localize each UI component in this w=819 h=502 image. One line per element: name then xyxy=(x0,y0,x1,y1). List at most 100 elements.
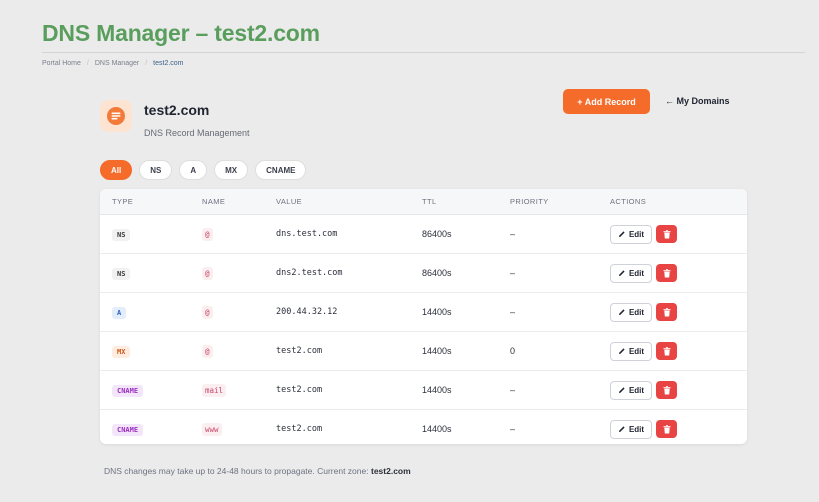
header-ttl: TTL xyxy=(422,197,437,206)
breadcrumb-separator: / xyxy=(145,60,148,67)
breadcrumb-current: test2.com xyxy=(153,60,184,67)
table-row: A @ 200.44.32.12 14400s – Edit xyxy=(100,293,747,332)
filter-all[interactable]: All xyxy=(100,160,133,180)
trash-icon xyxy=(663,307,670,316)
edit-label: Edit xyxy=(628,268,645,278)
table-row: CNAME www test2.com 14400s – Edit xyxy=(100,410,747,444)
delete-button[interactable] xyxy=(656,225,677,243)
delete-button[interactable] xyxy=(656,303,677,321)
header-type: TYPE xyxy=(112,197,134,206)
domain-name: test2.com xyxy=(144,102,210,118)
record-name: www xyxy=(202,423,222,436)
header-name: NAME xyxy=(202,197,226,206)
header-priority: PRIORITY xyxy=(510,197,549,206)
breadcrumb-dns-manager[interactable]: DNS Manager xyxy=(95,60,139,67)
propagation-note: DNS changes may take up to 24-48 hours t… xyxy=(104,466,411,476)
delete-button[interactable] xyxy=(656,342,677,360)
record-ttl: 14400s xyxy=(422,307,452,317)
edit-label: Edit xyxy=(628,346,645,356)
record-ttl: 86400s xyxy=(422,268,452,278)
record-priority: – xyxy=(510,229,516,239)
row-actions: Edit xyxy=(610,224,677,244)
record-value: 200.44.32.12 xyxy=(276,307,338,317)
trash-icon xyxy=(663,346,670,355)
record-type-badge: NS xyxy=(112,268,131,280)
record-value: dns.test.com xyxy=(276,229,338,239)
breadcrumb: Portal Home / DNS Manager / test2.com xyxy=(42,60,184,67)
domain-subtitle: DNS Record Management xyxy=(144,128,250,138)
domain-logo xyxy=(100,100,132,132)
edit-label: Edit xyxy=(628,229,645,239)
trash-icon xyxy=(663,229,670,238)
table-row: NS @ dns2.test.com 86400s – Edit xyxy=(100,254,747,293)
dns-records-table: TYPE NAME VALUE TTL PRIORITY ACTIONS NS … xyxy=(100,189,747,444)
record-name: @ xyxy=(202,267,213,280)
trash-icon xyxy=(663,385,670,394)
propagation-note-text: DNS changes may take up to 24-48 hours t… xyxy=(104,466,369,476)
current-zone: test2.com xyxy=(370,466,411,476)
edit-button[interactable]: Edit xyxy=(610,302,652,322)
row-actions: Edit xyxy=(610,419,677,439)
edit-button[interactable]: Edit xyxy=(610,263,652,283)
record-priority: – xyxy=(510,385,516,395)
title-divider xyxy=(42,52,805,53)
table-header: TYPE NAME VALUE TTL PRIORITY ACTIONS xyxy=(100,189,747,215)
trash-icon xyxy=(663,268,670,277)
edit-button[interactable]: Edit xyxy=(610,380,652,400)
record-name: @ xyxy=(202,345,213,358)
record-value: test2.com xyxy=(276,424,323,434)
edit-label: Edit xyxy=(628,424,645,434)
pencil-icon xyxy=(618,231,625,237)
filter-ns[interactable]: NS xyxy=(139,160,173,180)
record-ttl: 14400s xyxy=(422,385,452,395)
trash-icon xyxy=(663,424,670,433)
server-icon xyxy=(107,107,125,125)
edit-button[interactable]: Edit xyxy=(610,224,652,244)
filter-mx[interactable]: MX xyxy=(214,160,249,180)
filter-a[interactable]: A xyxy=(179,160,208,180)
add-record-button[interactable]: + Add Record xyxy=(563,89,650,114)
record-priority: – xyxy=(510,424,516,434)
edit-label: Edit xyxy=(628,307,645,317)
record-ttl: 86400s xyxy=(422,229,452,239)
record-value: test2.com xyxy=(276,385,323,395)
record-ttl: 14400s xyxy=(422,346,452,356)
pencil-icon xyxy=(618,387,625,393)
record-name: @ xyxy=(202,306,213,319)
table-row: NS @ dns.test.com 86400s – Edit xyxy=(100,215,747,254)
pencil-icon xyxy=(618,309,625,315)
record-value: test2.com xyxy=(276,346,323,356)
record-type-badge: NS xyxy=(112,229,131,241)
edit-button[interactable]: Edit xyxy=(610,419,652,439)
row-actions: Edit xyxy=(610,302,677,322)
record-priority: – xyxy=(510,268,516,278)
my-domains-link[interactable]: ← My Domains xyxy=(665,96,730,106)
edit-label: Edit xyxy=(628,385,645,395)
header-value: VALUE xyxy=(276,197,303,206)
record-value: dns2.test.com xyxy=(276,268,343,278)
row-actions: Edit xyxy=(610,380,677,400)
record-type-filters: All NS A MX CNAME xyxy=(100,160,307,180)
table-row: MX @ test2.com 14400s 0 Edit xyxy=(100,332,747,371)
record-name: @ xyxy=(202,228,213,241)
filter-cname[interactable]: CNAME xyxy=(255,160,307,180)
row-actions: Edit xyxy=(610,341,677,361)
record-priority: – xyxy=(510,307,516,317)
pencil-icon xyxy=(618,348,625,354)
breadcrumb-portal-home[interactable]: Portal Home xyxy=(42,60,81,67)
record-ttl: 14400s xyxy=(422,424,452,434)
record-type-badge: MX xyxy=(112,346,131,358)
delete-button[interactable] xyxy=(656,381,677,399)
edit-button[interactable]: Edit xyxy=(610,341,652,361)
record-type-badge: CNAME xyxy=(112,424,144,436)
record-priority: 0 xyxy=(510,346,516,356)
domain-header: test2.com DNS Record Management xyxy=(100,100,250,138)
delete-button[interactable] xyxy=(656,420,677,438)
record-type-badge: CNAME xyxy=(112,385,144,397)
table-row: CNAME mail test2.com 14400s – Edit xyxy=(100,371,747,410)
pencil-icon xyxy=(618,426,625,432)
record-name: mail xyxy=(202,384,227,397)
header-actions: ACTIONS xyxy=(610,197,647,206)
delete-button[interactable] xyxy=(656,264,677,282)
pencil-icon xyxy=(618,270,625,276)
